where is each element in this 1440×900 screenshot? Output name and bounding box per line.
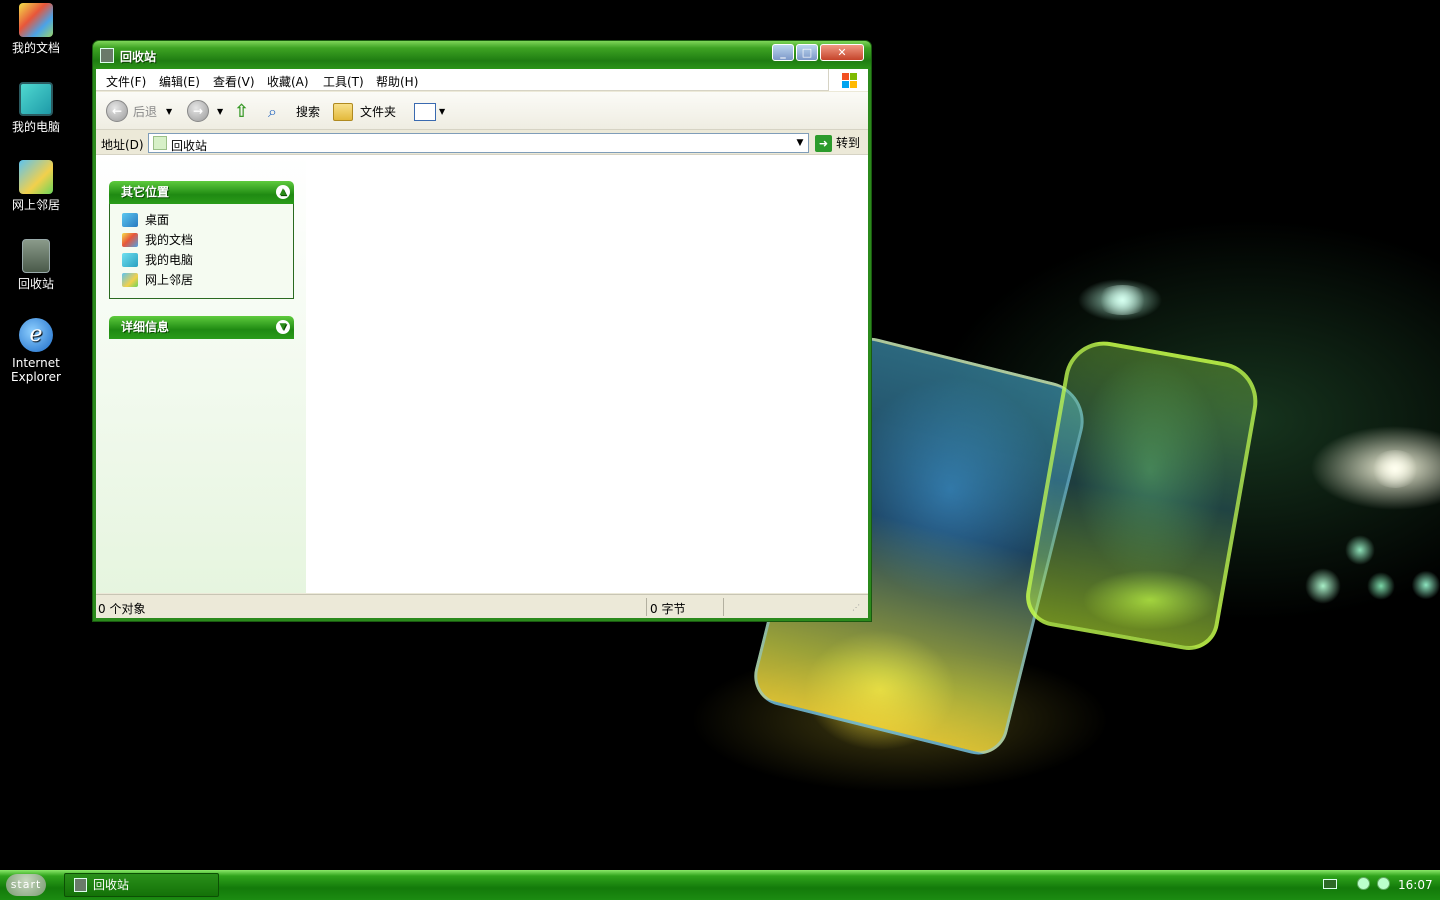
window-client: 文件(F) 编辑(E) 查看(V) 收藏(A) 工具(T) 帮助(H) ← 后退… — [96, 69, 868, 618]
recycle-bin-icon — [74, 878, 87, 892]
my-computer-icon — [122, 253, 138, 267]
status-divider — [646, 598, 647, 616]
taskbar-button-recycle-bin[interactable]: 回收站 — [64, 873, 219, 897]
desktop-icon-label: Internet Explorer — [11, 356, 61, 384]
maximize-button[interactable]: □ — [796, 44, 818, 61]
details-title: 详细信息 — [121, 320, 170, 334]
collapse-chevron-icon[interactable]: ▲ — [276, 185, 290, 199]
place-label: 我的电脑 — [145, 253, 194, 267]
other-places-list: 桌面 我的文档 我的电脑 网上邻居 — [109, 204, 294, 299]
other-places-header[interactable]: 其它位置 ▲ — [109, 181, 294, 204]
other-places-panel: 其它位置 ▲ 桌面 我的文档 我的电脑 网上邻居 — [109, 181, 294, 299]
network-tray-icon[interactable] — [1357, 877, 1370, 890]
wallpaper-light — [1412, 570, 1440, 600]
back-button[interactable]: 后退 — [133, 101, 157, 123]
search-button[interactable]: 搜索 — [296, 101, 320, 123]
my-documents-icon — [122, 233, 138, 247]
taskbar: start 回收站 — [0, 870, 1440, 900]
menu-tools[interactable]: 工具(T) — [323, 73, 364, 90]
menu-edit[interactable]: 编辑(E) — [159, 73, 200, 90]
recycle-bin-window: 回收站 _ □ ✕ 文件(F) 编辑(E) 查看(V) 收藏(A) 工具(T) … — [92, 40, 872, 622]
status-divider — [723, 598, 724, 616]
place-label: 我的文档 — [145, 233, 194, 247]
clock[interactable]: 16:07 — [1398, 878, 1433, 892]
desktop-icon-label: 网上邻居 — [11, 198, 60, 212]
desktop-icon-label: 回收站 — [17, 277, 54, 291]
place-my-documents[interactable]: 我的文档 — [122, 230, 293, 250]
minimize-button[interactable]: _ — [772, 44, 794, 61]
start-button[interactable]: start — [6, 874, 46, 896]
address-input[interactable]: 回收站 ▼ — [148, 133, 809, 153]
menu-help[interactable]: 帮助(H) — [376, 73, 418, 90]
security-tray-icon[interactable] — [1377, 877, 1390, 890]
views-icon[interactable] — [414, 103, 436, 121]
folders-icon[interactable] — [333, 103, 353, 121]
forward-button[interactable]: → — [187, 100, 209, 122]
network-places-icon — [19, 160, 53, 194]
desktop-icon — [122, 213, 138, 227]
desktop-icon-network-places[interactable]: 网上邻居 — [4, 160, 68, 212]
wallpaper-light — [1095, 285, 1150, 315]
place-my-computer[interactable]: 我的电脑 — [122, 250, 293, 270]
address-dropdown-icon[interactable]: ▼ — [792, 134, 808, 152]
address-bar: 地址(D) 回收站 ▼ ➜ 转到 — [96, 131, 868, 155]
wallpaper-light — [1345, 535, 1375, 565]
recycle-bin-icon — [153, 136, 167, 150]
window-title: 回收站 — [120, 50, 157, 64]
wallpaper-light — [1367, 572, 1395, 600]
standard-toolbar: ← 后退 ▼ → ▼ ⇧ ⌕ 搜索 文件夹 ▼ — [96, 92, 868, 130]
place-desktop[interactable]: 桌面 — [122, 210, 293, 230]
place-label: 桌面 — [145, 213, 170, 227]
desktop-icon-recycle-bin[interactable]: 回收站 — [4, 239, 68, 291]
go-arrow-icon: ➜ — [815, 135, 832, 152]
place-label: 网上邻居 — [145, 273, 194, 287]
file-list-area[interactable] — [306, 155, 868, 593]
wallpaper-light — [1305, 568, 1341, 604]
close-button[interactable]: ✕ — [820, 44, 864, 61]
address-value: 回收站 — [171, 139, 208, 153]
status-object-count: 0 个对象 — [98, 602, 146, 616]
forward-dropdown-icon[interactable]: ▼ — [217, 101, 223, 123]
back-arrow-icon[interactable]: ← — [106, 100, 128, 122]
views-dropdown-icon[interactable]: ▼ — [439, 101, 445, 123]
desktop-icon-label: 我的文档 — [11, 41, 60, 55]
desktop-icon-internet-explorer[interactable]: e Internet Explorer — [4, 318, 68, 384]
go-button[interactable]: ➜ 转到 — [815, 133, 870, 153]
status-bar: 0 个对象 0 字节 ⋰ — [96, 594, 868, 618]
details-header[interactable]: 详细信息 ▼ — [109, 316, 294, 339]
network-places-icon — [122, 273, 138, 287]
search-icon[interactable]: ⌕ — [268, 101, 277, 123]
expand-chevron-icon[interactable]: ▼ — [276, 320, 290, 334]
recycle-bin-icon — [100, 48, 114, 63]
details-panel: 详细信息 ▼ — [109, 316, 294, 339]
go-label: 转到 — [836, 136, 861, 150]
my-computer-icon — [19, 82, 53, 116]
recycle-bin-icon — [22, 239, 50, 273]
task-pane: 其它位置 ▲ 桌面 我的文档 我的电脑 网上邻居 详细信息 ▼ — [96, 155, 306, 593]
taskbar-button-label: 回收站 — [93, 878, 130, 892]
other-places-title: 其它位置 — [121, 185, 170, 199]
menu-favorites[interactable]: 收藏(A) — [267, 73, 309, 90]
menu-file[interactable]: 文件(F) — [106, 73, 146, 90]
desktop-icon-my-computer[interactable]: 我的电脑 — [4, 82, 68, 134]
folders-button[interactable]: 文件夹 — [360, 101, 396, 123]
address-label: 地址(D) — [101, 138, 144, 152]
desktop-icon-label: 我的电脑 — [11, 120, 60, 134]
status-size: 0 字节 — [650, 602, 686, 616]
desktop-icon-my-documents[interactable]: 我的文档 — [4, 3, 68, 55]
windows-logo-icon — [828, 69, 868, 91]
keyboard-icon[interactable] — [1323, 879, 1337, 889]
resize-grip-icon[interactable]: ⋰ — [852, 603, 860, 612]
window-titlebar[interactable]: 回收站 _ □ ✕ — [93, 41, 871, 69]
menu-bar: 文件(F) 编辑(E) 查看(V) 收藏(A) 工具(T) 帮助(H) — [96, 69, 868, 91]
up-folder-icon[interactable]: ⇧ — [234, 101, 249, 123]
menu-view[interactable]: 查看(V) — [213, 73, 255, 90]
back-dropdown-icon[interactable]: ▼ — [166, 101, 172, 123]
wallpaper-light — [1370, 450, 1420, 488]
place-network-places[interactable]: 网上邻居 — [122, 270, 293, 290]
internet-explorer-icon: e — [19, 318, 53, 352]
my-documents-icon — [19, 3, 53, 37]
